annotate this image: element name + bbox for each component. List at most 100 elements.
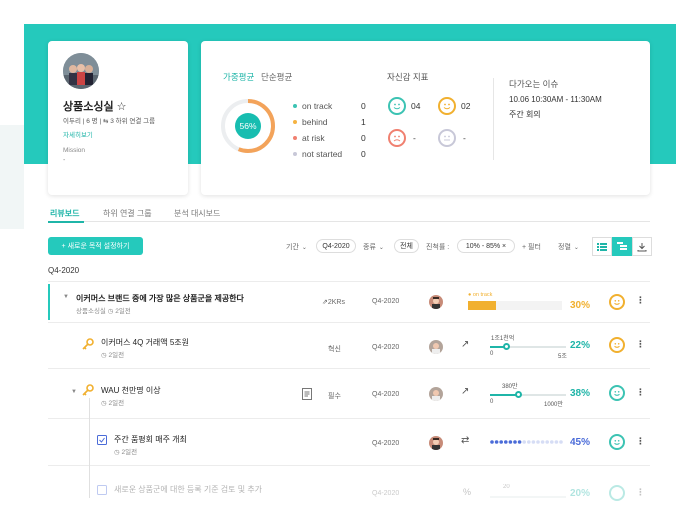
download-button[interactable] xyxy=(632,237,652,256)
task-icon xyxy=(97,435,107,445)
progress-filter-label: 진척률 : xyxy=(426,244,450,251)
slider-current: 1조1천억 xyxy=(491,336,515,342)
progress-dot xyxy=(536,440,540,444)
slider-track xyxy=(490,496,566,498)
slider-max: 1000만 xyxy=(544,402,563,408)
new-objective-button[interactable]: + 새로운 목적 설정하기 xyxy=(48,237,143,255)
profile-detail-link[interactable]: 자세히보기 xyxy=(63,129,93,139)
tab-review-board[interactable]: 리뷰보드 xyxy=(50,208,79,219)
profile-card: 상품소싱실 ☆ 이두리 | 6 명 | ⇆ 3 하위 연결 그룹 자세히보기 M… xyxy=(48,41,188,195)
progress-dot xyxy=(494,440,499,444)
section-title: Q4-2020 xyxy=(48,266,80,275)
type-filter-value[interactable]: 전체 xyxy=(394,239,419,253)
key-result-time: ◷ 2일전 xyxy=(101,352,125,359)
upcoming-name[interactable]: 주간 회의 xyxy=(509,109,541,120)
slider-current: 380만 xyxy=(502,384,518,390)
list-icon xyxy=(597,242,607,251)
row-divider xyxy=(48,281,650,282)
collapse-icon[interactable]: ▼ xyxy=(63,294,69,300)
happy-face-green-icon[interactable] xyxy=(609,385,625,401)
type-filter-label[interactable]: 종류 ⌄ xyxy=(363,242,384,252)
progress-dot xyxy=(522,440,526,444)
sad-face-red-icon xyxy=(388,129,406,147)
key-icon xyxy=(82,338,94,350)
objective-title[interactable]: 이커머스 브랜드 중에 가장 많은 상품군을 제공한다 xyxy=(76,293,244,304)
legend-at-risk: at risk xyxy=(293,133,325,143)
kr-tag: 필수 xyxy=(328,393,341,400)
row-period: Q4-2020 xyxy=(372,490,400,497)
owner-avatar[interactable] xyxy=(429,295,443,309)
slider-handle[interactable] xyxy=(502,343,510,350)
selected-row-marker xyxy=(48,284,50,320)
chevron-down-icon: ⌄ xyxy=(573,244,579,251)
key-result-title[interactable]: 이커머스 4Q 거래액 5조원 xyxy=(101,337,189,348)
key-icon xyxy=(82,384,94,396)
key-result-title[interactable]: WAU 천만명 이상 xyxy=(101,385,161,396)
happy-face-green-icon[interactable] xyxy=(609,485,625,501)
legend-behind: behind xyxy=(293,117,328,127)
more-icon[interactable]: ⋮ xyxy=(636,436,645,447)
slider-handle[interactable] xyxy=(514,391,522,398)
confidence-yellow-count: 02 xyxy=(461,101,471,111)
kr-count[interactable]: ⇗2KRs xyxy=(322,298,345,306)
owner-avatar[interactable] xyxy=(429,436,443,450)
more-icon[interactable]: ⋮ xyxy=(636,295,645,306)
legend-behind-value: 1 xyxy=(361,117,366,127)
progress-dot xyxy=(527,440,531,444)
more-icon[interactable]: ⋮ xyxy=(636,387,645,398)
tab-sub-groups[interactable]: 하위 연결 그룹 xyxy=(103,208,152,219)
mission-value: - xyxy=(63,157,66,164)
progress-bar xyxy=(468,301,562,310)
key-result-time: ◷ 2일전 xyxy=(101,400,125,407)
more-icon[interactable]: ⋮ xyxy=(636,339,645,350)
stats-divider xyxy=(493,78,494,160)
tab-analysis-dashboard[interactable]: 분석 대시보드 xyxy=(174,208,220,219)
list-view-button[interactable] xyxy=(592,237,612,256)
progress-dot xyxy=(504,440,508,444)
objective-owner: 상품소싱실 ◷ 2일전 xyxy=(76,308,131,315)
task-time: ◷ 2일전 xyxy=(114,449,138,456)
add-filter-button[interactable]: + 필터 xyxy=(522,242,541,252)
row-percent: 45% xyxy=(570,437,591,448)
slider-max: 5조 xyxy=(558,354,567,360)
period-filter-label[interactable]: 기간 ⌄ xyxy=(286,242,307,252)
happy-face-yellow-icon[interactable] xyxy=(609,337,625,353)
neutral-face-gray-icon xyxy=(438,129,456,147)
tab-weighted-average[interactable]: 가중평균 xyxy=(223,71,254,83)
document-icon[interactable] xyxy=(302,388,312,400)
trend-icon: ↗ xyxy=(461,339,470,350)
progress-dot xyxy=(508,440,513,444)
kr-tag: 혁신 xyxy=(328,346,341,353)
confidence-green-count: 04 xyxy=(411,101,421,111)
more-icon[interactable]: ⋮ xyxy=(636,487,645,498)
owner-avatar[interactable] xyxy=(429,340,443,354)
progress-filter-value[interactable]: 10% - 85% × xyxy=(457,239,515,253)
owner-avatar[interactable] xyxy=(429,387,443,401)
status-label: ● on track xyxy=(468,292,493,298)
profile-info: 이두리 | 6 명 | ⇆ 3 하위 연결 그룹 xyxy=(63,118,156,125)
active-tab-indicator xyxy=(48,221,84,223)
slider-current: 20 xyxy=(503,484,510,490)
upcoming-time: 10.06 10:30AM - 11:30AM xyxy=(509,95,602,104)
row-divider xyxy=(48,418,650,419)
sort-button[interactable]: 정렬 ⌄ xyxy=(558,242,579,252)
left-shade xyxy=(0,125,24,229)
legend-not-started: not started xyxy=(293,149,342,159)
confidence-gray-count: - xyxy=(463,133,466,143)
chevron-down-icon: ⌄ xyxy=(378,244,384,251)
task-title[interactable]: 새로운 상품군에 대한 등록 기준 검토 및 추가 xyxy=(114,484,262,495)
happy-face-yellow-icon[interactable] xyxy=(609,294,625,310)
progress-dot xyxy=(550,440,554,444)
happy-face-green-icon[interactable] xyxy=(609,434,625,450)
tree-view-button[interactable] xyxy=(612,237,632,256)
period-filter-value[interactable]: Q4-2020 xyxy=(316,239,356,253)
tree-icon xyxy=(617,242,627,250)
slider-min: 0 xyxy=(490,399,494,405)
progress-dot xyxy=(513,440,517,444)
progress-dot xyxy=(554,440,559,444)
tab-simple-average[interactable]: 단순평균 xyxy=(261,71,292,83)
row-divider xyxy=(48,465,650,466)
collapse-icon[interactable]: ▼ xyxy=(71,389,77,395)
star-icon[interactable]: ☆ xyxy=(117,101,127,113)
task-title[interactable]: 주간 품평회 매주 개최 xyxy=(114,434,187,445)
